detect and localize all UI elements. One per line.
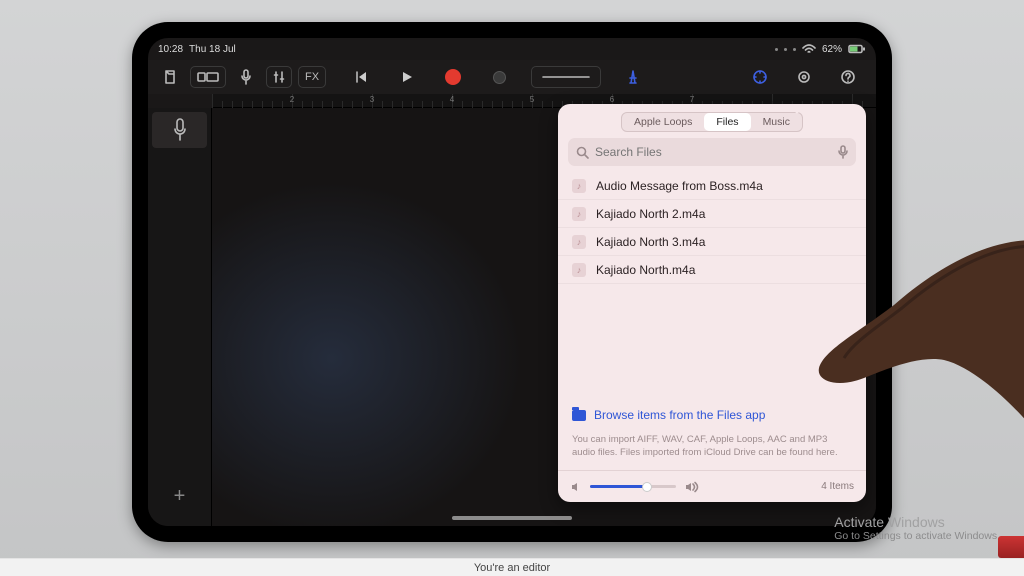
stage: 10:28 Thu 18 Jul 62% (0, 0, 1024, 576)
file-list: ♪ Audio Message from Boss.m4a ♪ Kajiado No… (558, 172, 866, 284)
file-name: Kajiado North.m4a (596, 263, 695, 277)
track-headers-column: + (148, 108, 212, 526)
status-date: Thu 18 Jul (189, 44, 236, 55)
battery-icon (848, 44, 866, 54)
audio-file-icon: ♪ (572, 207, 586, 221)
audio-file-icon: ♪ (572, 235, 586, 249)
settings-icon[interactable] (790, 65, 818, 89)
import-hint-text: You can import AIFF, WAV, CAF, Apple Loo… (558, 428, 866, 470)
browser-tabs: Apple Loops Files Music (621, 112, 803, 132)
file-name: Kajiado North 3.m4a (596, 235, 705, 249)
volume-high-icon (684, 481, 699, 493)
mic-icon[interactable] (232, 65, 260, 89)
preview-volume-bar: 4 Items (558, 470, 866, 502)
status-bar: 10:28 Thu 18 Jul 62% (148, 38, 876, 60)
volume-low-icon (570, 481, 582, 493)
file-row[interactable]: ♪ Audio Message from Boss.m4a (558, 172, 866, 200)
track-controls-button[interactable] (266, 66, 292, 88)
app-toolbar: FX (148, 60, 876, 94)
volume-slider[interactable] (590, 485, 676, 488)
tab-apple-loops[interactable]: Apple Loops (622, 113, 704, 131)
screen: 10:28 Thu 18 Jul 62% (148, 38, 876, 526)
folder-icon (572, 410, 586, 421)
caption-bar: You're an editor (0, 558, 1024, 576)
audio-track-header[interactable] (152, 112, 207, 148)
browse-files-label: Browse items from the Files app (594, 408, 765, 422)
audio-file-icon: ♪ (572, 179, 586, 193)
tab-files[interactable]: Files (704, 113, 750, 131)
file-name: Audio Message from Boss.m4a (596, 179, 763, 193)
status-time: 10:28 (158, 44, 183, 55)
corner-badge (998, 536, 1024, 558)
play-button[interactable] (393, 65, 421, 89)
audio-file-icon: ♪ (572, 263, 586, 277)
wifi-icon (802, 44, 816, 54)
timecode-display[interactable] (531, 66, 601, 88)
watermark-subtitle: Go to Settings to activate Windows. (834, 530, 1000, 542)
item-count: 4 Items (821, 481, 854, 492)
watermark-title: Activate Windows (834, 514, 1000, 530)
dictation-icon[interactable] (838, 145, 848, 159)
tracks-view-button[interactable] (190, 66, 226, 88)
browser-view-icon[interactable] (156, 65, 184, 89)
loop-browser-popover: Apple Loops Files Music ♪ Audio Message f… (558, 104, 866, 502)
tab-music[interactable]: Music (751, 113, 802, 131)
ipad-frame: 10:28 Thu 18 Jul 62% (132, 22, 892, 542)
transport-controls (347, 65, 647, 89)
fx-button[interactable]: FX (298, 66, 326, 88)
file-row[interactable]: ♪ Kajiado North.m4a (558, 256, 866, 284)
windows-activation-watermark: Activate Windows Go to Settings to activ… (834, 514, 1000, 542)
metronome-button[interactable] (619, 65, 647, 89)
loop-browser-button[interactable] (746, 65, 774, 89)
search-field[interactable] (568, 138, 856, 166)
search-icon (576, 146, 589, 159)
record-button[interactable] (439, 65, 467, 89)
caption-text: You're an editor (474, 562, 550, 574)
rewind-button[interactable] (347, 65, 375, 89)
file-name: Kajiado North 2.m4a (596, 207, 705, 221)
home-indicator[interactable] (452, 516, 572, 520)
file-row[interactable]: ♪ Kajiado North 3.m4a (558, 228, 866, 256)
browse-files-link[interactable]: Browse items from the Files app (558, 402, 866, 428)
file-row[interactable]: ♪ Kajiado North 2.m4a (558, 200, 866, 228)
add-track-button[interactable]: + (168, 484, 192, 508)
search-input[interactable] (595, 145, 832, 159)
status-battery: 62% (822, 44, 842, 55)
stop-indicator (485, 65, 513, 89)
help-icon[interactable] (834, 65, 862, 89)
